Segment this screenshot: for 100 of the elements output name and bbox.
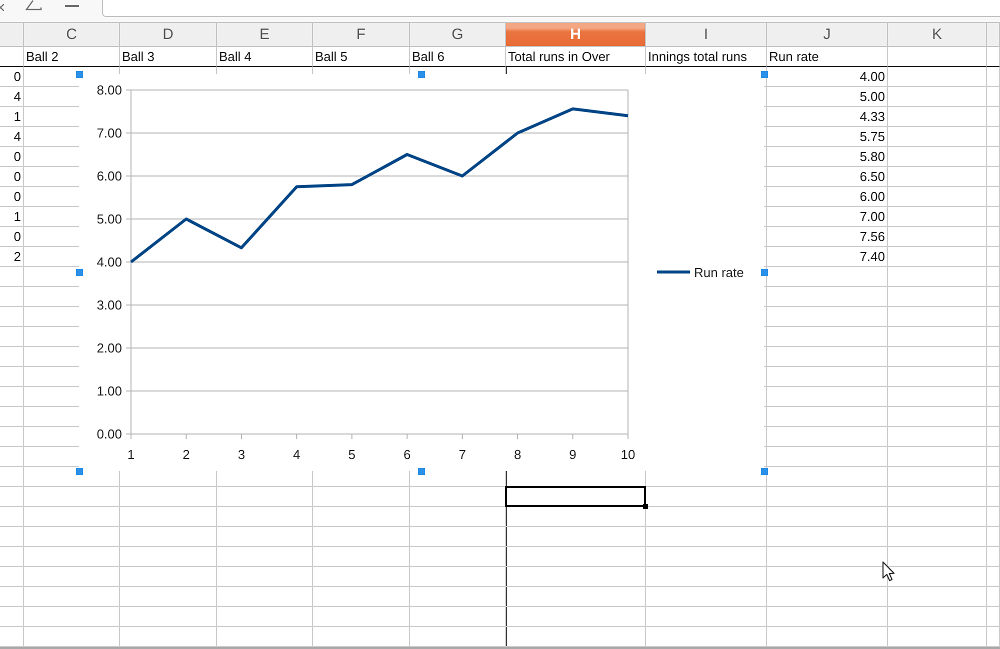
- table-cell: [987, 407, 1000, 427]
- table-cell: [987, 207, 1000, 227]
- table-cell: 0: [0, 167, 24, 187]
- table-cell: [0, 567, 24, 587]
- heading-cell: Run rate: [767, 47, 888, 67]
- table-cell: [987, 487, 1000, 507]
- selection-handle[interactable]: [760, 70, 768, 78]
- axis-label: 0.00: [96, 426, 122, 442]
- mouse-pointer-icon: [882, 561, 895, 582]
- selection-handle[interactable]: [76, 269, 82, 276]
- axis-label: 7.00: [96, 126, 122, 140]
- table-cell: [0, 467, 24, 487]
- table-cell: 4.33: [767, 107, 888, 127]
- table-cell: 5.00: [767, 87, 888, 107]
- axis-label: 4: [293, 447, 300, 462]
- column-header[interactable]: I: [646, 23, 767, 47]
- axis-label: 9: [569, 447, 576, 462]
- selection-handle[interactable]: [418, 70, 425, 78]
- table-cell: [987, 167, 1000, 187]
- heading-cell: Ball 4: [217, 47, 313, 67]
- table-cell: 7.40: [767, 247, 888, 267]
- table-cell: [987, 387, 1000, 407]
- selection-handle[interactable]: [76, 468, 82, 474]
- axis-label: 8: [514, 447, 522, 462]
- column-header[interactable]: J: [767, 23, 888, 47]
- line-chart[interactable]: 0.00 1.00 2.00 3.00 4.00 5.00 6.00 7.00 8.00 1 2 3 4 5 6 7 8 9 10 Run rate: [79, 74, 764, 471]
- table-cell: [987, 227, 1000, 247]
- table-cell: [987, 327, 1000, 347]
- x-icon[interactable]: [0, 4, 4, 11]
- table-cell: [987, 427, 1000, 447]
- axis-label: 6: [404, 447, 411, 462]
- table-cell: [987, 87, 1000, 107]
- table-cell: 0: [0, 67, 24, 87]
- active-cell[interactable]: [505, 486, 646, 507]
- table-cell: [987, 607, 1000, 627]
- table-cell: [987, 267, 1000, 287]
- legend-label: Run rate: [694, 265, 744, 280]
- fill-handle[interactable]: [643, 504, 648, 509]
- table-cell: [987, 247, 1000, 267]
- table-cell: 5.80: [767, 147, 888, 167]
- table-cell: 0: [0, 147, 24, 167]
- table-cell: [987, 307, 1000, 327]
- table-cell: [0, 527, 24, 547]
- table-cell: [987, 567, 1000, 587]
- axis-label: 10: [620, 447, 636, 462]
- table-cell: [987, 67, 1000, 87]
- heading-cell: Ball 5: [313, 47, 410, 67]
- table-cell: 4: [0, 87, 24, 107]
- table-cell: [0, 507, 24, 527]
- heading-cell: Ball 2: [24, 47, 120, 67]
- table-cell: [987, 287, 1000, 307]
- table-cell: [987, 127, 1000, 147]
- axis-label: 2: [182, 447, 190, 462]
- table-cell: [987, 107, 1000, 127]
- table-cell: [0, 547, 24, 567]
- table-cell: [987, 527, 1000, 547]
- axis-label: 4.00: [96, 254, 122, 270]
- axis-label: 5: [348, 447, 356, 462]
- axis-label: 2.00: [96, 340, 122, 356]
- table-cell: 0: [0, 187, 24, 207]
- table-cell: 2: [0, 247, 24, 267]
- selection-handle[interactable]: [76, 70, 82, 78]
- heading-cell: Innings total runs: [646, 47, 767, 67]
- table-cell: 1: [0, 107, 24, 127]
- table-cell: [0, 607, 24, 627]
- table-cell: 7.00: [767, 207, 888, 227]
- table-cell: [987, 187, 1000, 207]
- table-cell: [987, 447, 1000, 467]
- table-cell: 4: [0, 127, 24, 147]
- axis-label: 6.00: [96, 168, 122, 184]
- heading-cell: Ball 6: [410, 47, 506, 67]
- column-header[interactable]: E: [217, 23, 313, 47]
- table-cell: [0, 487, 24, 507]
- column-header[interactable]: D: [120, 23, 217, 47]
- formula-input[interactable]: [102, 0, 1000, 17]
- table-cell: [0, 587, 24, 607]
- column-header[interactable]: F: [313, 23, 410, 47]
- table-cell: [987, 47, 1000, 67]
- table-cell: [987, 347, 1000, 367]
- table-cell: [987, 587, 1000, 607]
- table-cell: [987, 147, 1000, 167]
- table-cell: 6.00: [767, 187, 888, 207]
- sigma-icon[interactable]: [25, 0, 43, 11]
- table-cell: [0, 47, 24, 67]
- table-cell: 1: [0, 207, 24, 227]
- axis-label: 1: [127, 447, 135, 462]
- heading-cell: Ball 3: [120, 47, 217, 67]
- table-cell: 7.56: [767, 227, 888, 247]
- axis-label: 3: [238, 447, 246, 462]
- axis-label: 8.00: [96, 82, 122, 98]
- column-header[interactable]: G: [410, 23, 506, 47]
- axis-label: 1.00: [96, 384, 122, 398]
- table-cell: [987, 547, 1000, 567]
- column-header[interactable]: K: [888, 23, 987, 47]
- column-header[interactable]: C: [24, 23, 120, 47]
- table-cell: 6.50: [767, 167, 888, 187]
- table-cell: 5.75: [767, 127, 888, 147]
- table-cell: [987, 507, 1000, 527]
- table-cell: 0: [0, 227, 24, 247]
- axis-label: 3.00: [96, 298, 122, 312]
